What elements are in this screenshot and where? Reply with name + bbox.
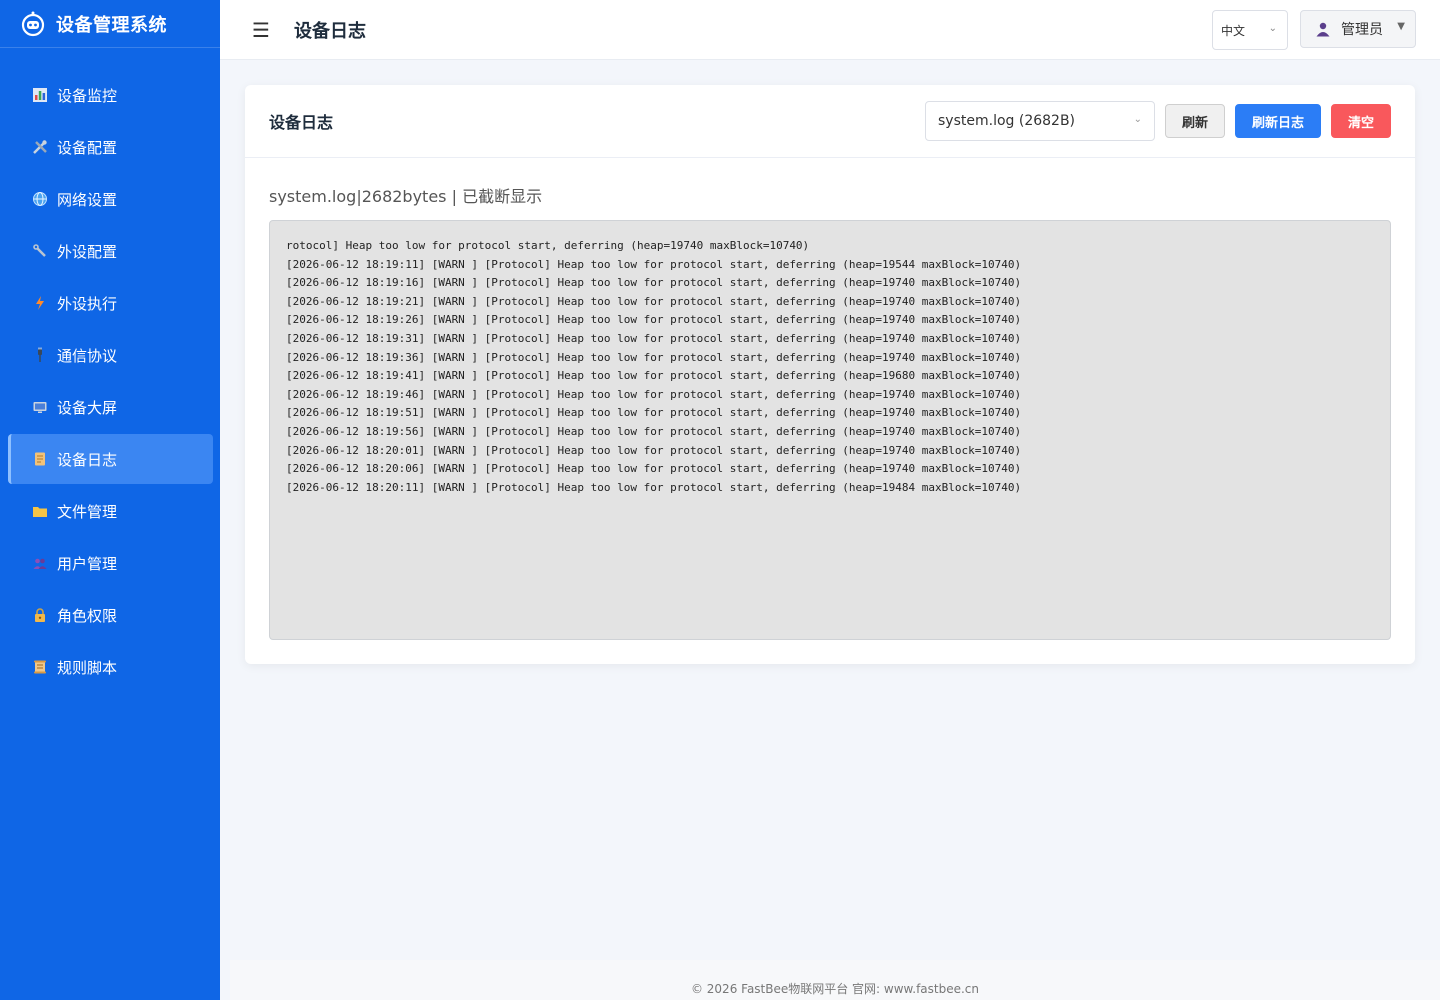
users-icon xyxy=(32,555,48,571)
sidebar-item-label: 网络设置 xyxy=(57,190,118,209)
sidebar-item-label: 外设执行 xyxy=(57,294,118,313)
footer-text: © 2026 FastBee物联网平台 官网: www.fastbee.cn xyxy=(690,982,980,996)
log-content[interactable]: rotocol] Heap too low for protocol start… xyxy=(269,220,1391,640)
sidebar-item-label: 设备监控 xyxy=(57,86,118,105)
sidebar-item-label: 设备日志 xyxy=(57,450,118,469)
wrench-icon xyxy=(32,243,48,259)
sidebar-item-network-settings[interactable]: 网络设置 xyxy=(8,174,213,224)
chevron-down-icon: ⌄ xyxy=(1268,23,1277,34)
card-title: 设备日志 xyxy=(269,113,334,132)
sidebar-item-label: 外设配置 xyxy=(57,242,118,261)
page-title: 设备日志 xyxy=(294,20,366,42)
log-file-select[interactable]: system.log (2682B) ⌄ xyxy=(925,101,1155,141)
user-name: 管理员 xyxy=(1341,22,1383,38)
brand: 设备管理系统 xyxy=(0,0,220,48)
top-header: ☰ 设备日志 中文 ⌄ 管理员 ▼ xyxy=(220,0,1440,60)
sidebar-item-peripheral-config[interactable]: 外设配置 xyxy=(8,226,213,276)
language-select[interactable]: 中文 ⌄ xyxy=(1212,10,1288,50)
log-card: 设备日志 system.log (2682B) ⌄ 刷新 刷新日志 清空 sys… xyxy=(245,85,1415,664)
document-icon xyxy=(32,451,48,467)
sidebar-nav: 设备监控 设备配置 网络设置 外设配置 外设执行 通信协议 设备大屏 设备日志 … xyxy=(0,48,220,692)
scroll-icon xyxy=(32,659,48,675)
sidebar-item-label: 角色权限 xyxy=(57,606,118,625)
sidebar-item-rule-scripts[interactable]: 规则脚本 xyxy=(8,642,213,692)
sidebar-item-device-logs[interactable]: 设备日志 xyxy=(8,434,213,484)
refresh-button[interactable]: 刷新 xyxy=(1165,104,1225,138)
sidebar-item-label: 设备配置 xyxy=(57,138,118,157)
sidebar-item-device-config[interactable]: 设备配置 xyxy=(8,122,213,172)
sidebar-item-role-permissions[interactable]: 角色权限 xyxy=(8,590,213,640)
language-value: 中文 xyxy=(1221,23,1246,38)
globe-icon xyxy=(32,191,48,207)
folder-icon xyxy=(32,503,48,519)
sidebar-item-label: 设备大屏 xyxy=(57,398,118,417)
sidebar-item-label: 用户管理 xyxy=(57,554,118,573)
robot-logo-icon xyxy=(20,11,46,37)
sidebar: 设备管理系统 设备监控 设备配置 网络设置 外设配置 外设执行 通信协议 设备大… xyxy=(0,0,220,1000)
monitor-icon xyxy=(32,399,48,415)
bar-chart-icon xyxy=(32,87,48,103)
chevron-down-icon: ⌄ xyxy=(1133,114,1142,125)
footer: © 2026 FastBee物联网平台 官网: www.fastbee.cn xyxy=(230,960,1440,1000)
user-avatar-icon xyxy=(1315,21,1331,37)
plug-icon xyxy=(32,347,48,363)
lock-icon xyxy=(32,607,48,623)
menu-toggle-icon[interactable]: ☰ xyxy=(252,20,270,40)
sidebar-item-device-monitor[interactable]: 设备监控 xyxy=(8,70,213,120)
tools-icon xyxy=(32,139,48,155)
caret-down-icon: ▼ xyxy=(1397,21,1405,32)
sidebar-item-peripheral-exec[interactable]: 外设执行 xyxy=(8,278,213,328)
sidebar-item-label: 规则脚本 xyxy=(57,658,118,677)
refresh-log-button[interactable]: 刷新日志 xyxy=(1235,104,1321,138)
log-file-value: system.log (2682B) xyxy=(938,113,1076,129)
sidebar-item-dashboard-screen[interactable]: 设备大屏 xyxy=(8,382,213,432)
clear-button[interactable]: 清空 xyxy=(1331,104,1391,138)
sidebar-item-protocol[interactable]: 通信协议 xyxy=(8,330,213,380)
log-info: system.log|2682bytes | 已截断显示 xyxy=(269,187,543,206)
sidebar-item-label: 文件管理 xyxy=(57,502,118,521)
card-header: 设备日志 system.log (2682B) ⌄ 刷新 刷新日志 清空 xyxy=(245,85,1415,158)
sidebar-item-file-management[interactable]: 文件管理 xyxy=(8,486,213,536)
sidebar-item-label: 通信协议 xyxy=(57,346,118,365)
lightning-icon xyxy=(32,295,48,311)
user-menu-button[interactable]: 管理员 ▼ xyxy=(1300,10,1416,48)
app-title: 设备管理系统 xyxy=(56,14,167,36)
sidebar-item-user-management[interactable]: 用户管理 xyxy=(8,538,213,588)
